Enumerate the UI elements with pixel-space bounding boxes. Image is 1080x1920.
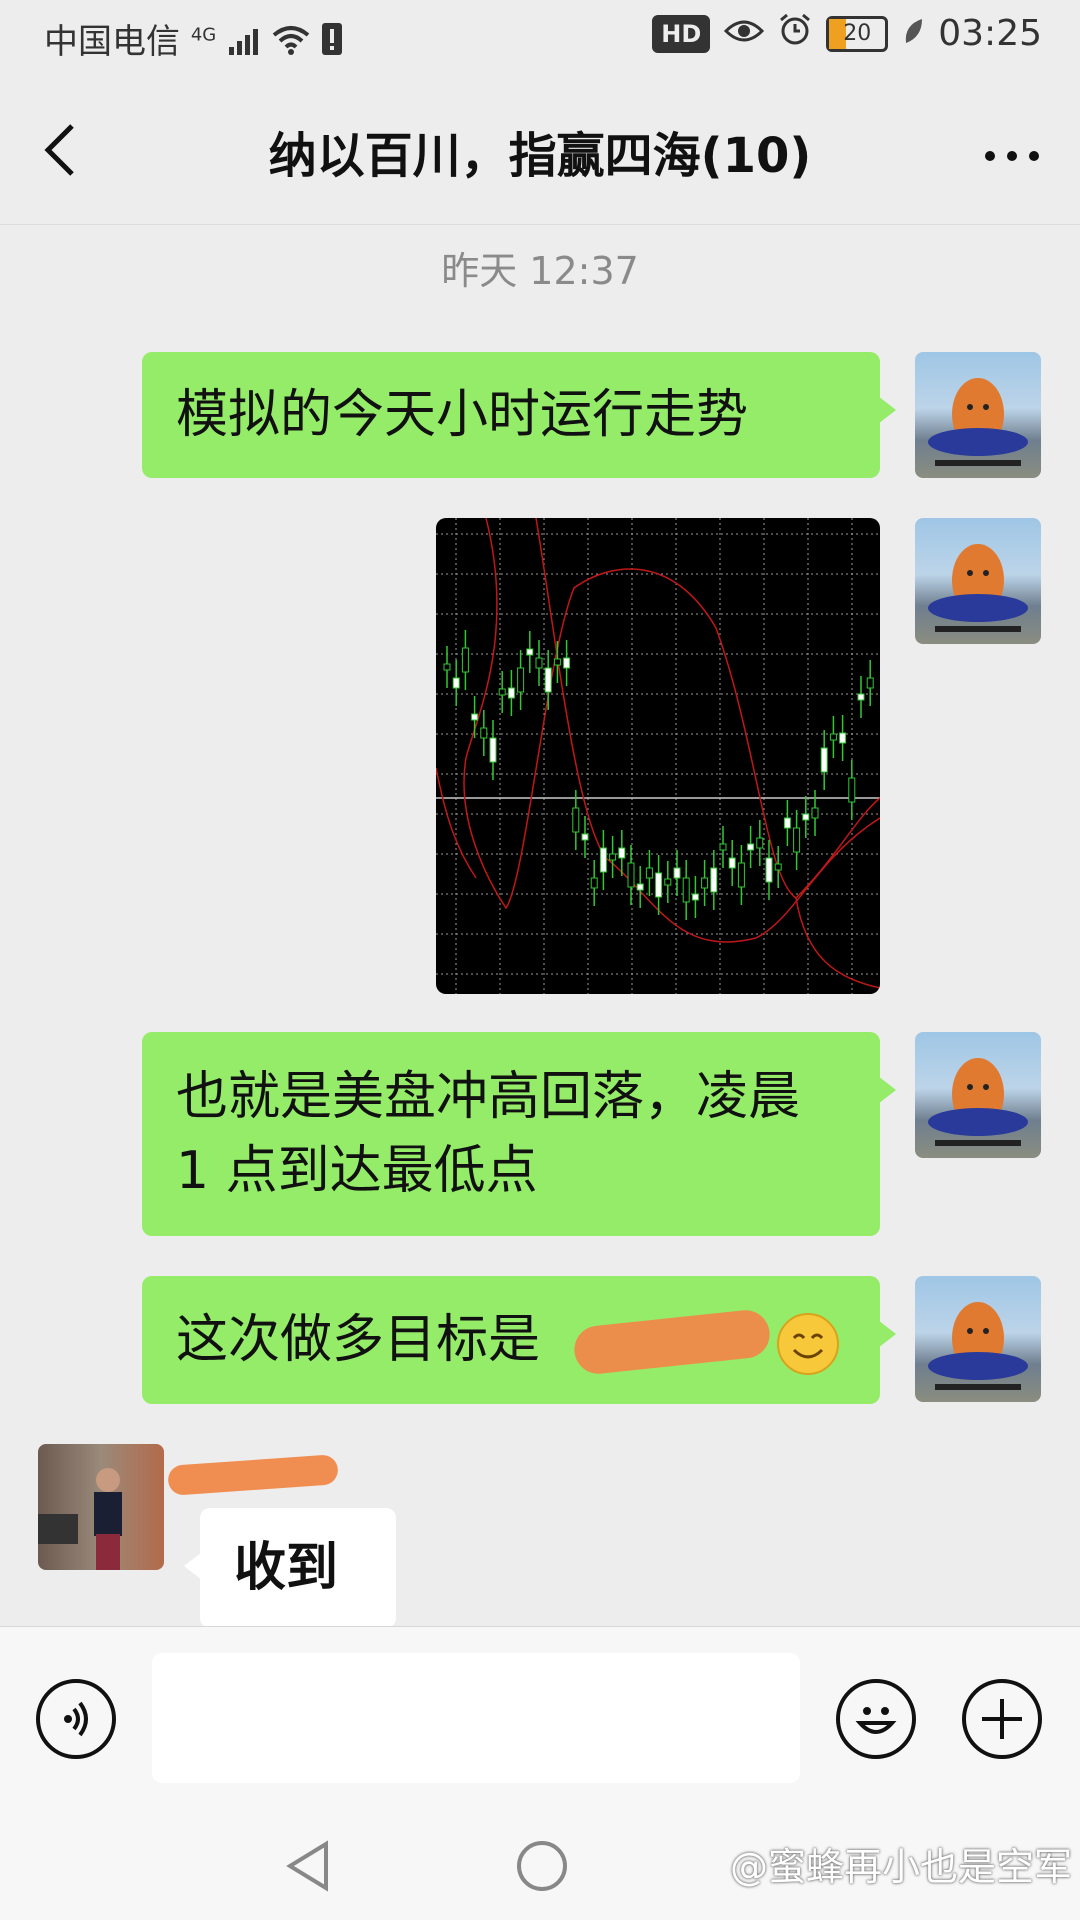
candle-body — [636, 883, 644, 891]
candle-body — [829, 733, 837, 741]
candle-body — [517, 667, 525, 693]
member-avatar[interactable] — [38, 1444, 164, 1570]
candle-body — [544, 667, 552, 693]
candle-body — [572, 807, 580, 833]
sender-avatar[interactable] — [915, 1276, 1041, 1402]
candle-body — [839, 732, 847, 744]
signal-icon — [227, 24, 261, 64]
input-bar — [0, 1626, 1080, 1817]
candle-body — [526, 648, 534, 656]
alarm-icon — [778, 12, 812, 55]
voice-button[interactable] — [36, 1679, 116, 1759]
message-timestamp: 昨天 12:37 — [441, 249, 639, 293]
candle-body — [627, 862, 635, 888]
redacted-sender-name — [167, 1454, 339, 1496]
candle-body — [563, 657, 571, 669]
candle-body — [645, 867, 653, 879]
nav-back-button[interactable] — [284, 1838, 332, 1898]
candle-body — [655, 872, 663, 898]
candle-body — [590, 877, 598, 889]
chat-header: 纳以百川，指赢四海(10) — [0, 78, 1080, 225]
eye-icon — [724, 13, 765, 54]
chat-title: 纳以百川，指赢四海(10) — [268, 128, 812, 184]
candle-body — [719, 843, 727, 851]
candlestick-chart-image — [436, 518, 880, 994]
sim-alert-icon — [321, 22, 343, 65]
watermark: @蜜蜂再小也是空军 — [729, 1845, 1072, 1889]
candle-body — [737, 862, 745, 888]
envelope-upper — [463, 518, 880, 910]
emoji-button[interactable] — [836, 1679, 916, 1759]
candle-body — [857, 693, 865, 701]
candle-body — [535, 657, 543, 669]
candle-body — [498, 688, 506, 696]
candle-body — [774, 863, 782, 871]
message-text: 也就是美盘冲高回落，凌晨 1 点到达最低点 — [176, 1067, 801, 1201]
candle-body — [802, 813, 810, 821]
add-icon — [982, 1699, 1022, 1739]
status-icons: HD 20 03:25 — [652, 12, 1042, 55]
sender-avatar[interactable] — [915, 518, 1041, 644]
candle-body — [756, 837, 764, 849]
nav-home-button[interactable] — [514, 1838, 570, 1898]
candle-body — [710, 867, 718, 893]
candle-body — [783, 817, 791, 829]
sender-avatar[interactable] — [915, 352, 1041, 478]
wifi-icon — [272, 24, 310, 64]
candle-body — [664, 878, 672, 886]
candle-body — [480, 727, 488, 739]
status-bar: 中国电信 4G HD 20 03:25 — [0, 0, 1080, 78]
battery-icon: 20 — [826, 15, 889, 52]
candle-body — [618, 847, 626, 859]
hd-badge: HD — [652, 14, 711, 53]
candle-body — [728, 857, 736, 869]
chart-image-message[interactable] — [436, 518, 880, 994]
more-icon — [985, 151, 1039, 161]
message-input[interactable] — [152, 1653, 800, 1783]
network-type: 4G — [190, 24, 217, 46]
smile-emoji-icon — [776, 1312, 840, 1376]
candle-body — [848, 777, 856, 803]
voice-icon — [64, 1701, 88, 1737]
candle-body — [793, 827, 801, 853]
emoji-icon — [855, 1707, 897, 1734]
candle-body — [489, 737, 497, 763]
candle-body — [820, 747, 828, 773]
candle-body — [701, 877, 709, 889]
carrier-label: 中国电信 4G — [44, 14, 343, 65]
candle-body — [461, 647, 469, 673]
clock-time: 03:25 — [938, 13, 1042, 54]
candle-body — [673, 867, 681, 879]
message-text: 模拟的今天小时运行走势 — [176, 385, 749, 445]
candle-body — [747, 843, 755, 851]
candle-body — [599, 847, 607, 873]
candle-body — [609, 853, 617, 861]
candle-body — [682, 877, 690, 903]
candle-body — [553, 658, 561, 666]
candle-body — [866, 677, 874, 689]
candle-body — [452, 677, 460, 689]
outgoing-message[interactable]: 也就是美盘冲高回落，凌晨 1 点到达最低点 — [142, 1032, 896, 1236]
nav-back-icon — [286, 1840, 328, 1892]
incoming-message[interactable]: 收到 — [184, 1508, 396, 1628]
nav-home-icon — [517, 1841, 567, 1891]
candle-body — [765, 857, 773, 883]
leaf-icon — [902, 13, 924, 54]
message-text: 这次做多目标是 — [176, 1310, 541, 1370]
candle-body — [507, 687, 515, 699]
candle-body — [691, 893, 699, 901]
candle-body — [811, 807, 819, 819]
more-button[interactable] — [984, 118, 1040, 174]
sender-avatar[interactable] — [915, 1032, 1041, 1158]
message-text: 收到 — [234, 1538, 339, 1598]
candle-body — [471, 713, 479, 721]
outgoing-message[interactable]: 模拟的今天小时运行走势 — [142, 352, 896, 478]
add-button[interactable] — [962, 1679, 1042, 1759]
candle-body — [581, 833, 589, 841]
outgoing-message[interactable]: 这次做多目标是 — [142, 1276, 896, 1404]
candle-body — [443, 663, 451, 671]
